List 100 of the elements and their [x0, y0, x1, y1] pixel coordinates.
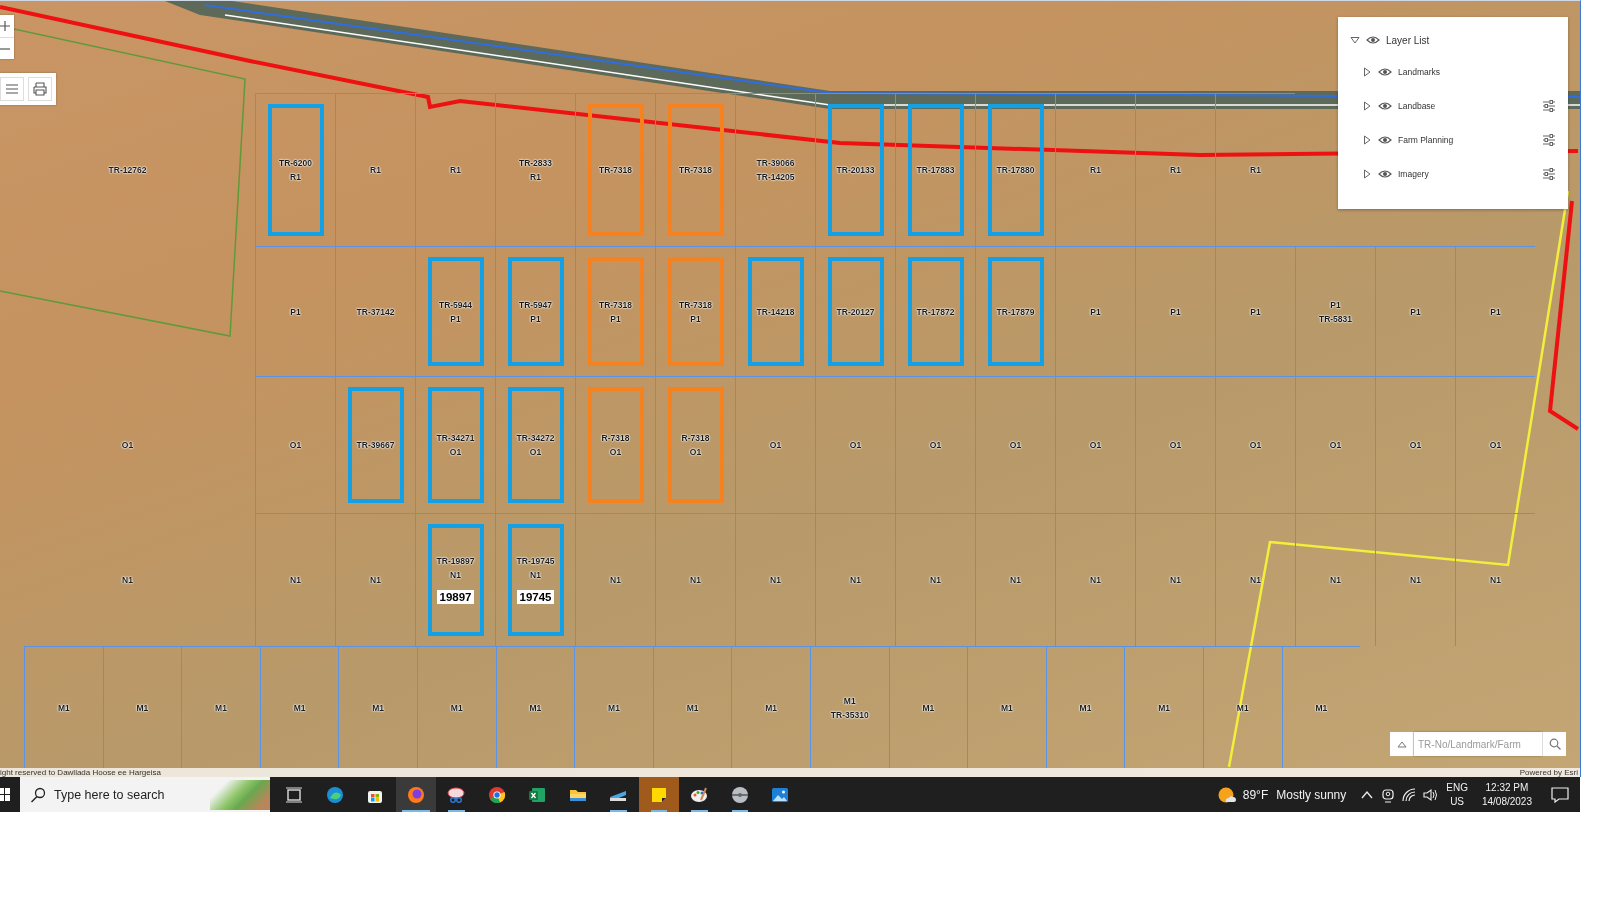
parcel-label: TR-34271 [436, 433, 475, 443]
camera-icon [1379, 786, 1396, 803]
parcel-label: TR-2833 [518, 158, 553, 168]
parcel-label: R1 [450, 165, 461, 175]
parcel-label: TR-17872 [916, 306, 955, 317]
layer-list-title: Layer List [1386, 34, 1430, 46]
parcel-label: P1 [1330, 299, 1341, 310]
parcel-label: P1 [690, 313, 701, 324]
parcel-label: O1 [849, 440, 862, 450]
printer-icon [33, 82, 47, 96]
parcel-label: N1 [122, 574, 133, 585]
search-button[interactable] [1542, 732, 1566, 756]
parcel-label: O1 [1249, 440, 1262, 450]
layers-icon [5, 83, 19, 95]
layer-name[interactable]: Landmarks [1398, 67, 1560, 77]
parcel-label: R-7318 [681, 433, 710, 443]
parcel-label: P1 [1410, 306, 1421, 317]
satellite-image-placeholder[interactable] [0, 0, 1581, 777]
parcel-label: P1 [450, 313, 461, 324]
speech-bubble-icon [1551, 786, 1569, 803]
taskbar-app-button[interactable] [395, 777, 436, 812]
search-icon [30, 786, 46, 803]
parcel-label: M1 [529, 702, 542, 713]
parcel-label: M1 [1158, 702, 1170, 713]
parcel-label: O1 [1409, 440, 1422, 450]
parcel-label: O1 [1009, 440, 1022, 450]
search-input[interactable]: TR-No/Landmark/Farm [1414, 732, 1542, 756]
parcel-label: O1 [689, 447, 702, 457]
parcel-label: TR-7318 [598, 165, 633, 175]
parcel-label: O1 [609, 447, 622, 457]
parcel-label: TR-39066 [756, 158, 795, 168]
parcel-label: TR-20133 [836, 165, 875, 175]
parcel-label: M1 [372, 702, 385, 713]
photo-icon [771, 785, 790, 804]
parcel-label: O1 [1489, 440, 1502, 450]
parcel-label: N1 [450, 570, 461, 580]
parcel-label: TR-17883 [916, 165, 955, 175]
parcel-label: P1 [1490, 306, 1501, 317]
layer-name[interactable]: Farm Planning [1398, 135, 1536, 145]
parcel-label: P1 [1170, 306, 1181, 317]
parcel-label: TR-7318 [678, 165, 713, 175]
parcel-label: N1 [1090, 575, 1101, 585]
parcel-label: R1 [1250, 165, 1261, 175]
parcel-label: N1 [690, 575, 701, 585]
parcel-label: P1 [610, 313, 621, 324]
parcel-label: TR-37142 [356, 306, 395, 317]
parcel-label: M1 [57, 702, 70, 713]
parcel-label: TR-14205 [756, 172, 795, 182]
parcel-label: O1 [769, 440, 782, 450]
search-input[interactable]: Type here to search [52, 786, 196, 803]
parcel-label: O1 [1089, 440, 1102, 450]
spreadsheet-icon [528, 785, 547, 804]
print-button[interactable] [28, 77, 52, 101]
parcel-label: O1 [1169, 440, 1182, 450]
wifi-icon [1400, 786, 1417, 803]
taskbar-search-field[interactable]: Type here to search [20, 777, 270, 812]
parcel-label: TR-7318 [678, 299, 713, 310]
parcel-label: TR-20127 [836, 306, 875, 317]
layer-name[interactable]: Landbase [1398, 101, 1536, 111]
parcel-label: P1 [1090, 306, 1101, 317]
parcel-label: M1 [686, 702, 699, 713]
parcel-label: R1 [370, 165, 381, 175]
plus-icon [0, 21, 10, 31]
parcel-label: N1 [370, 575, 381, 585]
parcel-label: TR-12762 [108, 164, 147, 175]
parcel-label: N1 [1490, 575, 1501, 585]
parcel-label: O1 [529, 447, 542, 457]
parcel-label: N1 [1330, 575, 1341, 585]
parcel-label: TR-34272 [516, 433, 555, 443]
parcel-label: M1 [608, 702, 620, 713]
parcel-number-tag: 19745 [516, 590, 555, 604]
parcel-label: M1 [765, 702, 778, 713]
parcel-label: TR-17880 [996, 165, 1035, 175]
parcel-label: N1 [850, 575, 861, 585]
parcel-label: TR-39667 [356, 440, 395, 450]
sun-cloud-icon [1216, 785, 1237, 804]
layer-name[interactable]: Imagery [1398, 169, 1536, 179]
parcel-label: M1 [1079, 702, 1092, 713]
parcel-label: TR-5944 [438, 299, 473, 310]
parcel-label: O1 [121, 439, 134, 450]
search-icon [1548, 738, 1561, 750]
scissors-icon [447, 785, 466, 804]
parcel-label: M1 [922, 702, 935, 713]
caret-up-icon [1396, 740, 1407, 748]
parcel-label: N1 [530, 570, 541, 580]
parcel-label: M1 [1236, 702, 1249, 713]
attribution-text: ight reserved to Dawllada Hoose ee Hargeisa [0, 768, 161, 777]
disc-icon [730, 785, 749, 804]
weather-widget[interactable]: 89°F Mostly sunny [1216, 777, 1357, 812]
parcel-label: O1 [449, 447, 462, 457]
parcel-label: N1 [1410, 575, 1421, 585]
taskbar-app-button[interactable] [638, 777, 679, 812]
parcel-label: R1 [530, 172, 541, 182]
parcel-label: N1 [1010, 575, 1021, 585]
input-language-button[interactable]: ENG US [1440, 777, 1474, 812]
parcel-label: TR-19897 [436, 556, 475, 566]
parcel-label: P1 [290, 306, 301, 317]
clock-button[interactable]: 12:32 PM 14/08/2023 [1473, 777, 1540, 812]
parcel-label: N1 [610, 575, 621, 585]
parcel-label: TR-17879 [996, 306, 1035, 317]
